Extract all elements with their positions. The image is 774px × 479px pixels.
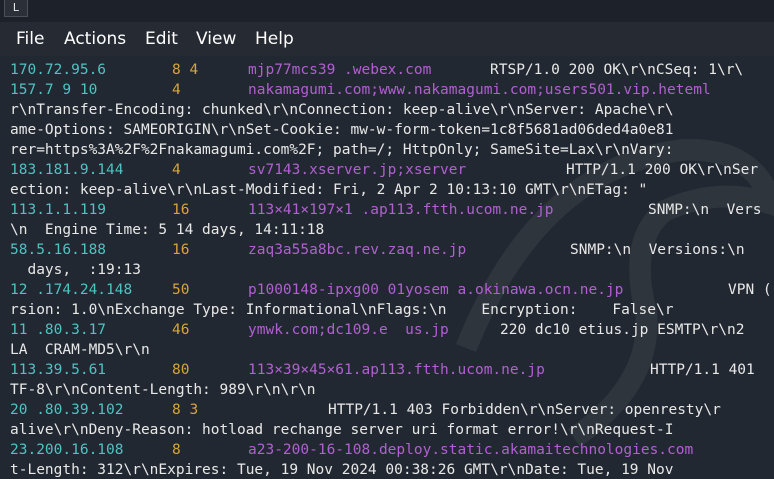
terminal-line: r\nTransfer-Encoding: chunked\r\nConnect… [10, 100, 673, 120]
port: 16 [172, 242, 190, 258]
banner: TF-8\r\nContent-Length: 989\r\n\r\n [10, 382, 316, 398]
port: 46 [172, 322, 190, 338]
banner: \n Engine Time: 5 14 days, 14:11:18 [10, 222, 325, 238]
terminal-line: 11 .80.3.17 46 ymwk.com;dc109.e us.jp 22… [10, 320, 744, 340]
port: 8 4 [172, 62, 199, 78]
hostname: zaq3a55a8bc.rev.zaq.ne.jp [248, 242, 467, 258]
menu-bar: File Actions Edit View Help [0, 22, 774, 56]
ip-address: 113.39.5.61 [10, 362, 107, 378]
title-bar: L [0, 0, 774, 22]
terminal-line: 183.181.9.144 4 sv7143.xserver.jp;xserve… [10, 160, 758, 180]
port: 8 3 [172, 402, 199, 418]
banner: ection: keep-alive\r\nLast-Modified: Fri… [10, 182, 648, 198]
hostname: p1000148-ipxg00 01yosem a.okinawa.ocn.ne… [248, 282, 624, 298]
banner: SNMP:\n Vers [648, 202, 762, 218]
banner: VPN ( [728, 282, 772, 298]
banner: ame-Options: SAMEORIGIN\r\nSet-Cookie: m… [10, 122, 674, 138]
terminal-line: 58.5.16.188 16 zaq3a55a8bc.rev.zaq.ne.jp… [10, 240, 745, 260]
terminal-line: days, :19:13 [10, 260, 141, 280]
terminal-line: LA CRAM-MD5\r\n [10, 340, 150, 360]
terminal-line: 20 .80.39.102 8 3 HTTP/1.1 403 Forbidden… [10, 400, 721, 420]
ip-address: 183.181.9.144 [10, 162, 124, 178]
terminal-line: 157.7 9 10 4 nakamagumi.com;www.nakamagu… [10, 80, 711, 100]
hostname: mjp77mcs39 .webex.com [248, 62, 432, 78]
hostname: nakamagumi.com;www.nakamagumi.com;users5… [248, 82, 711, 98]
banner: LA CRAM-MD5\r\n [10, 342, 150, 358]
terminal-line: 12 .174.24.148 50 p1000148-ipxg00 01yose… [10, 280, 772, 300]
port: 4 [172, 82, 181, 98]
menu-help[interactable]: Help [255, 28, 294, 50]
ip-address: 58.5.16.188 [10, 242, 107, 258]
banner: rsion: 1.0\nExchange Type: Informational… [10, 302, 674, 318]
banner: rer=https%3A%2F%2Fnakamagumi.com%2F; pat… [10, 142, 683, 158]
port: 16 [172, 202, 190, 218]
banner: RTSP/1.0 200 OK\r\nCSeq: 1\r\ [490, 62, 744, 78]
terminal-line: TF-8\r\nContent-Length: 989\r\n\r\n [10, 380, 316, 400]
port: 50 [172, 282, 190, 298]
terminal-line: 113.1.1.119 16 113×41×197×1 .ap113.ftth.… [10, 200, 762, 220]
terminal-app-icon[interactable]: L [4, 0, 28, 17]
ip-address: 23.200.16.108 [10, 442, 124, 458]
ip-address: 157.7 9 10 [10, 82, 98, 98]
terminal-line: 170.72.95.6 8 4 mjp77mcs39 .webex.com RT… [10, 60, 743, 80]
banner: HTTP/1.1 401 [650, 362, 755, 378]
hostname: 113×41×197×1 .ap113.ftth.ucom.ne.jp [248, 202, 554, 218]
port: 80 [172, 362, 190, 378]
banner: t-Length: 312\r\nExpires: Tue, 19 Nov 20… [10, 462, 674, 478]
menu-actions[interactable]: Actions [64, 28, 126, 50]
port: 4 [172, 162, 181, 178]
menu-edit[interactable]: Edit [145, 28, 178, 50]
menu-file[interactable]: File [16, 28, 44, 50]
ip-address: 170.72.95.6 [10, 62, 107, 78]
ip-address: 113.1.1.119 [10, 202, 107, 218]
hostname: a23-200-16-108.deploy.static.akamaitechn… [248, 442, 694, 458]
terminal-line: t-Length: 312\r\nExpires: Tue, 19 Nov 20… [10, 460, 673, 479]
banner: 220 dc10 etius.jp ESMTP\r\n2 [500, 322, 745, 338]
menu-view[interactable]: View [196, 28, 236, 50]
ip-address: 20 .80.39.102 [10, 402, 124, 418]
terminal-line: 23.200.16.108 8 a23-200-16-108.deploy.st… [10, 440, 693, 460]
banner: HTTP/1.1 200 OK\r\nSer [566, 162, 759, 178]
terminal-line: 113.39.5.61 80 113×39×45×61.ap113.ftth.u… [10, 360, 755, 380]
hostname: 113×39×45×61.ap113.ftth.ucom.ne.jp [248, 362, 545, 378]
ip-address: 12 .174.24.148 [10, 282, 133, 298]
terminal-output[interactable]: 170.72.95.6 8 4 mjp77mcs39 .webex.com RT… [0, 56, 774, 479]
terminal-line: alive\r\nDeny-Reason: hotload rechange s… [10, 420, 673, 440]
terminal-line: \n Engine Time: 5 14 days, 14:11:18 [10, 220, 324, 240]
banner: alive\r\nDeny-Reason: hotload rechange s… [10, 422, 674, 438]
terminal-line: rer=https%3A%2F%2Fnakamagumi.com%2F; pat… [10, 140, 673, 160]
terminal-line: rsion: 1.0\nExchange Type: Informational… [10, 300, 673, 320]
banner: SNMP:\n Versions:\n [570, 242, 745, 258]
banner: r\nTransfer-Encoding: chunked\r\nConnect… [10, 102, 674, 118]
banner: HTTP/1.1 403 Forbidden\r\nServer: openre… [328, 402, 721, 418]
hostname: sv7143.xserver.jp;xserver [248, 162, 467, 178]
ip-address: 11 .80.3.17 [10, 322, 107, 338]
banner: days, :19:13 [10, 262, 141, 278]
terminal-line: ame-Options: SAMEORIGIN\r\nSet-Cookie: m… [10, 120, 673, 140]
port: 8 [172, 442, 181, 458]
hostname: ymwk.com;dc109.e us.jp [248, 322, 449, 338]
terminal-line: ection: keep-alive\r\nLast-Modified: Fri… [10, 180, 647, 200]
